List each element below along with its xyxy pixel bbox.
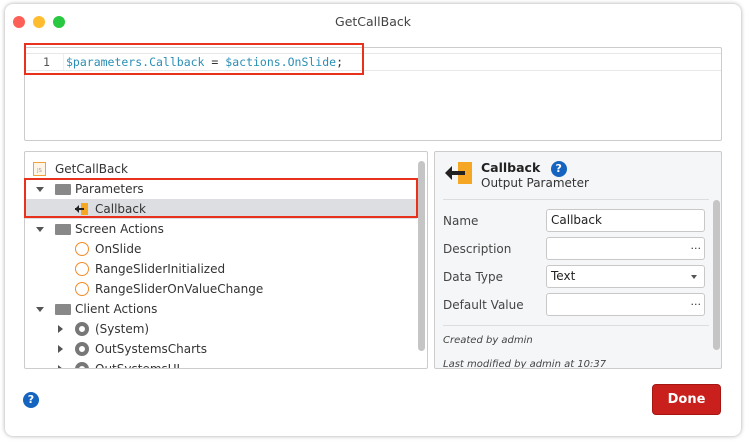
ellipsis-icon[interactable]: ...	[691, 235, 702, 256]
tree-item-onslide[interactable]: OnSlide	[25, 239, 417, 259]
module-icon	[75, 322, 89, 336]
tree-item-client-actions[interactable]: Client Actions	[25, 299, 417, 319]
output-parameter-icon	[75, 203, 89, 215]
created-by-text: Created by admin	[443, 335, 533, 346]
module-icon	[75, 342, 89, 356]
divider	[443, 199, 709, 200]
tree-item-label: OutSystemsUI	[95, 362, 181, 369]
tree-item-getcallback[interactable]: JS GetCallBack	[25, 159, 417, 179]
code-line[interactable]: 1 $parameters.Callback = $actions.OnSlid…	[25, 53, 721, 71]
tree-item-outsystemsui[interactable]: OutSystemsUI	[25, 359, 417, 369]
dialog-window: GetCallBack 1 $parameters.Callback = $ac…	[5, 4, 741, 436]
code-text[interactable]: $parameters.Callback = $actions.OnSlide;	[63, 54, 343, 70]
modified-text: Last modified by admin at 10:37	[443, 359, 607, 369]
tree-item-rangesliderinitialized[interactable]: RangeSliderInitialized	[25, 259, 417, 279]
tree-item-label: Client Actions	[75, 302, 158, 316]
expand-arrow-icon[interactable]	[58, 325, 63, 333]
action-icon	[75, 242, 89, 256]
tree-item-parameters[interactable]: Parameters	[25, 179, 417, 199]
default-value-field[interactable]: ...	[546, 293, 705, 316]
code-token: =	[211, 55, 219, 69]
tree-item-label: Callback	[95, 202, 146, 216]
tree-item-label: Screen Actions	[75, 222, 164, 236]
description-label: Description	[443, 242, 512, 256]
divider	[443, 325, 709, 326]
help-icon[interactable]: ?	[23, 392, 39, 408]
expand-arrow-icon[interactable]	[36, 307, 44, 312]
tree-item-label: OnSlide	[95, 242, 142, 256]
tree-item-rangeslideronvaluechange[interactable]: RangeSliderOnValueChange	[25, 279, 417, 299]
expand-arrow-icon[interactable]	[36, 187, 44, 192]
tree-item-label: OutSystemsCharts	[95, 342, 207, 356]
code-token: $actions.OnSlide	[225, 55, 337, 69]
data-type-label: Data Type	[443, 270, 504, 284]
tree-item-label: Parameters	[75, 182, 144, 196]
help-icon[interactable]: ?	[550, 161, 567, 177]
folder-icon	[55, 224, 71, 235]
chevron-down-icon	[691, 275, 697, 279]
name-label: Name	[443, 214, 479, 228]
done-button[interactable]: Done	[652, 384, 721, 415]
code-editor[interactable]: 1 $parameters.Callback = $actions.OnSlid…	[24, 47, 722, 141]
tree-item-label: RangeSliderOnValueChange	[95, 282, 264, 296]
properties-title: Callback ?	[481, 160, 567, 177]
properties-scrollbar[interactable]	[713, 200, 720, 350]
default-value-label: Default Value	[443, 298, 524, 312]
window-title: GetCallBack	[335, 14, 411, 29]
data-type-value: Text	[551, 269, 576, 283]
tree-item-outsystemscharts[interactable]: OutSystemsCharts	[25, 339, 417, 359]
tree-item-label: (System)	[95, 322, 150, 336]
tree-item-callback[interactable]: Callback	[25, 199, 417, 219]
expand-arrow-icon[interactable]	[58, 345, 63, 353]
code-token: ;	[336, 55, 344, 69]
data-type-select[interactable]: Text	[546, 265, 705, 288]
properties-panel: Callback ? Output Parameter Name Callbac…	[434, 151, 722, 369]
js-file-icon: JS	[33, 162, 46, 176]
ellipsis-icon[interactable]: ...	[691, 291, 702, 312]
tree-item-system[interactable]: (System)	[25, 319, 417, 339]
output-parameter-icon	[445, 162, 473, 184]
expand-arrow-icon[interactable]	[36, 227, 44, 232]
folder-icon	[55, 184, 71, 195]
description-field[interactable]: ...	[546, 237, 705, 260]
tree-item-label: RangeSliderInitialized	[95, 262, 226, 276]
tree-item-label: GetCallBack	[55, 162, 128, 176]
folder-icon	[55, 304, 71, 315]
tree-scrollbar[interactable]	[418, 161, 425, 351]
name-field[interactable]: Callback	[546, 209, 705, 232]
action-icon	[75, 282, 89, 296]
expand-arrow-icon[interactable]	[58, 365, 63, 368]
tree-item-screen-actions[interactable]: Screen Actions	[25, 219, 417, 239]
code-token: $parameters.Callback	[66, 55, 205, 69]
line-number: 1	[43, 55, 50, 69]
title-text: Callback	[481, 160, 541, 175]
tree-panel: JS GetCallBack Parameters Callback Scree…	[24, 151, 428, 369]
module-icon	[75, 362, 89, 368]
properties-subtitle: Output Parameter	[481, 176, 589, 190]
action-icon	[75, 262, 89, 276]
